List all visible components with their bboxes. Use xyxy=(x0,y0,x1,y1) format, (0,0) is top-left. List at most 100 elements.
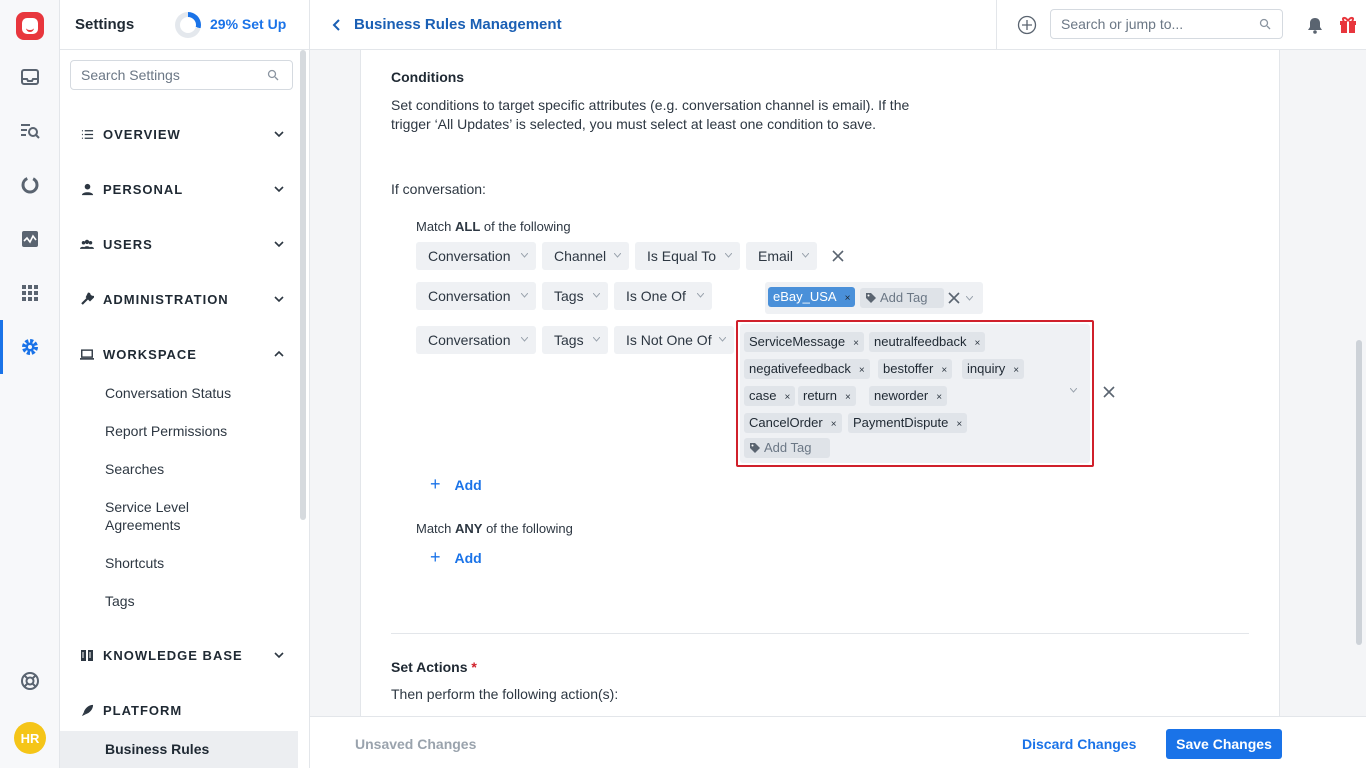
sidebar-section-platform[interactable]: PLATFORM xyxy=(80,700,285,720)
section-divider xyxy=(391,633,1249,634)
chevron-down-icon xyxy=(521,293,528,298)
condition-2-object-select[interactable]: Conversation xyxy=(416,282,536,310)
setup-progress-label[interactable]: 29% Set Up xyxy=(210,16,286,32)
chevron-down-icon xyxy=(614,253,621,258)
sidebar-section-administration[interactable]: ADMINISTRATION xyxy=(80,289,285,309)
sidebar-section-label: PERSONAL xyxy=(103,181,184,197)
sidebar-section-label: PLATFORM xyxy=(103,702,183,718)
chevron-down-icon xyxy=(593,337,600,342)
sidebar-section-label: KNOWLEDGE BASE xyxy=(103,647,243,663)
condition-1-field-select[interactable]: Channel xyxy=(542,242,629,270)
sidebar-section-knowledge-base[interactable]: KNOWLEDGE BASE xyxy=(80,645,285,665)
rule-editor-card: Conditions Set conditions to target spec… xyxy=(360,50,1280,716)
search-icon xyxy=(267,69,279,81)
condition-1-value-select[interactable]: Email xyxy=(746,242,817,270)
setup-progress-ring[interactable] xyxy=(175,12,201,38)
chevron-down-icon xyxy=(719,337,726,342)
sidebar-item-tags[interactable]: Tags xyxy=(105,592,255,610)
avatar[interactable]: HR xyxy=(14,722,46,754)
save-changes-button[interactable]: Save Changes xyxy=(1166,729,1282,759)
search-icon xyxy=(1259,18,1271,30)
plus-icon: + xyxy=(430,547,441,567)
add-any-condition-button[interactable]: + Add xyxy=(430,547,482,568)
chevron-down-icon[interactable] xyxy=(273,293,285,305)
list-icon xyxy=(80,127,94,141)
sidebar-item-service-level-agreements[interactable]: Service Level Agreements xyxy=(105,498,215,534)
discard-changes-button[interactable]: Discard Changes xyxy=(1022,736,1136,752)
settings-gear-icon[interactable] xyxy=(20,337,40,357)
add-all-condition-button[interactable]: + Add xyxy=(430,474,482,495)
chevron-down-icon xyxy=(521,253,528,258)
sidebar-section-label: USERS xyxy=(103,236,153,252)
condition-1-object-select[interactable]: Conversation xyxy=(416,242,536,270)
chevron-down-icon xyxy=(521,337,528,342)
users-icon xyxy=(80,237,94,251)
bell-icon[interactable] xyxy=(1306,16,1324,34)
search-list-icon[interactable] xyxy=(20,121,40,141)
sidebar-section-label: WORKSPACE xyxy=(103,346,197,362)
analytics-icon[interactable] xyxy=(20,229,40,249)
sidebar-item-conversation-status[interactable]: Conversation Status xyxy=(105,384,255,402)
app-rail: HR xyxy=(0,0,60,768)
help-icon[interactable] xyxy=(20,671,40,691)
sidebar-section-overview[interactable]: OVERVIEW xyxy=(80,124,285,144)
sidebar-item-shortcuts[interactable]: Shortcuts xyxy=(105,554,255,572)
page-title[interactable]: Business Rules Management xyxy=(354,16,562,33)
sidebar-section-users[interactable]: USERS xyxy=(80,234,285,254)
tag-remove-x[interactable]: × xyxy=(845,293,851,304)
tag-icon xyxy=(866,293,876,303)
condition-3-object-select[interactable]: Conversation xyxy=(416,326,536,354)
global-search-input[interactable]: Search or jump to... xyxy=(1050,9,1283,39)
match-any-label: Match ANY of the following xyxy=(416,521,573,536)
rail-active-indicator xyxy=(0,320,3,374)
reports-icon[interactable] xyxy=(20,175,40,195)
chevron-down-icon[interactable] xyxy=(273,183,285,195)
sidebar-item-report-permissions[interactable]: Report Permissions xyxy=(105,422,255,440)
condition-2-operator-select[interactable]: Is One Of xyxy=(614,282,712,310)
condition-3-field-select[interactable]: Tags xyxy=(542,326,608,354)
chevron-down-icon xyxy=(802,253,809,258)
settings-sidebar: Settings 29% Set Up Search Settings OVER… xyxy=(60,0,310,768)
sidebar-scrollbar[interactable] xyxy=(300,50,306,520)
required-mark: * xyxy=(471,659,477,675)
sidebar-item-business-rules[interactable]: Business Rules xyxy=(105,740,255,758)
chevron-down-icon[interactable] xyxy=(273,238,285,250)
if-conversation-label: If conversation: xyxy=(391,181,486,197)
person-icon xyxy=(80,182,94,196)
main-scrollbar[interactable] xyxy=(1356,340,1362,645)
sidebar-section-workspace[interactable]: WORKSPACE xyxy=(80,344,285,364)
chevron-down-icon[interactable] xyxy=(273,128,285,140)
plus-circle-icon[interactable] xyxy=(1017,15,1037,35)
set-actions-description: Then perform the following action(s): xyxy=(391,686,619,702)
topbar-divider xyxy=(996,0,997,50)
wrench-icon xyxy=(80,292,94,306)
book-icon xyxy=(80,648,94,662)
match-all-label: Match ALL of the following xyxy=(416,219,571,234)
set-actions-heading: Set Actions * xyxy=(391,659,477,675)
sidebar-item-searches[interactable]: Searches xyxy=(105,460,255,478)
tag-chip[interactable]: eBay_USA × xyxy=(768,287,856,307)
settings-search-input[interactable]: Search Settings xyxy=(70,60,293,90)
sidebar-section-label: ADMINISTRATION xyxy=(103,291,229,307)
chevron-up-icon[interactable] xyxy=(273,348,285,360)
inbox-icon[interactable] xyxy=(20,67,40,87)
chevron-down-icon[interactable] xyxy=(966,296,973,301)
chevron-down-icon[interactable] xyxy=(273,649,285,661)
logo-icon[interactable] xyxy=(16,12,44,40)
condition-1-operator-select[interactable]: Is Equal To xyxy=(635,242,740,270)
condition-2-field-select[interactable]: Tags xyxy=(542,282,608,310)
gift-icon[interactable] xyxy=(1338,14,1358,34)
main-content: Conditions Set conditions to target spec… xyxy=(310,50,1366,716)
top-bar: Business Rules Management Search or jump… xyxy=(310,0,1366,50)
remove-condition-1-close-icon[interactable] xyxy=(832,250,844,262)
sidebar-header: Settings 29% Set Up xyxy=(60,0,309,50)
condition-3-operator-select[interactable]: Is Not One Of xyxy=(614,326,734,354)
sidebar-section-personal[interactable]: PERSONAL xyxy=(80,179,285,199)
apps-grid-icon[interactable] xyxy=(20,283,40,303)
remove-condition-2-close-icon[interactable] xyxy=(948,292,960,304)
chevron-down-icon xyxy=(725,253,732,258)
add-tag-input[interactable]: Add Tag xyxy=(860,288,944,308)
conditions-description: Set conditions to target specific attrib… xyxy=(391,97,910,132)
remove-condition-3-close-icon[interactable] xyxy=(1103,386,1115,398)
back-chevron-icon[interactable] xyxy=(330,17,342,33)
